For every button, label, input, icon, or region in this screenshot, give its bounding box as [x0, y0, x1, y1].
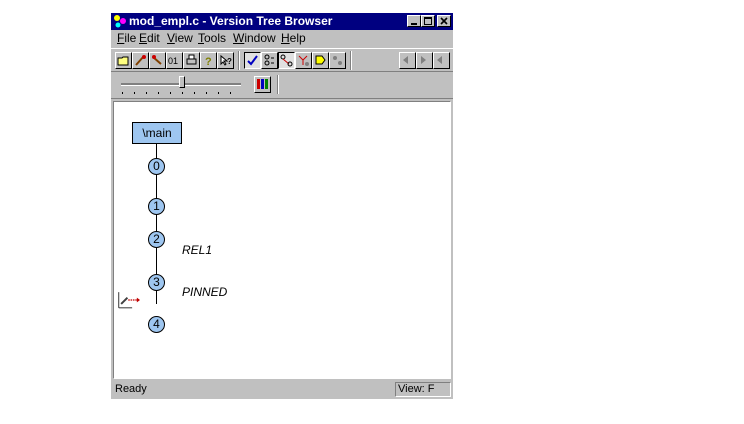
- show-branches-icon[interactable]: [278, 52, 295, 69]
- slider-tick: [194, 92, 195, 94]
- show-labels-icon[interactable]: [312, 52, 329, 69]
- slider-tick: [158, 92, 159, 94]
- version-node-3[interactable]: 3: [148, 274, 165, 291]
- app-icon: [113, 14, 127, 28]
- version-label-rel1[interactable]: REL1: [182, 243, 212, 257]
- slider-tick: [146, 92, 147, 94]
- version-node-0[interactable]: 0: [148, 158, 165, 175]
- close-button[interactable]: [437, 15, 451, 27]
- checkin-icon[interactable]: [149, 52, 166, 69]
- title-bar[interactable]: mod_empl.c - Version Tree Browser: [111, 13, 453, 30]
- menu-edit[interactable]: Edit: [139, 31, 160, 45]
- print-icon[interactable]: [183, 52, 200, 69]
- navigate-icon[interactable]: [433, 52, 450, 69]
- toolbar-separator: [350, 51, 352, 70]
- maximize-button[interactable]: [421, 15, 435, 27]
- slider-tick: [230, 92, 231, 94]
- help-icon[interactable]: ?: [200, 52, 217, 69]
- version-label-pinned[interactable]: PINNED: [182, 285, 227, 299]
- slider-tick: [170, 92, 171, 94]
- window-title: mod_empl.c - Version Tree Browser: [129, 14, 333, 28]
- checkout-icon[interactable]: [132, 52, 149, 69]
- diff-icon[interactable]: 01: [166, 52, 183, 69]
- version-tree-canvas[interactable]: \main 0 1 2 3 4 REL1 PINNED: [113, 101, 451, 379]
- merge-arrow-icon[interactable]: [118, 289, 140, 311]
- version-node-4[interactable]: 4: [148, 316, 165, 333]
- legend-icon[interactable]: [254, 76, 271, 93]
- menu-file[interactable]: File: [117, 31, 136, 45]
- back-icon[interactable]: [399, 52, 416, 69]
- version-node-1[interactable]: 1: [148, 198, 165, 215]
- version-tree-window: mod_empl.c - Version Tree Browser File E…: [111, 13, 453, 399]
- zoom-toolbar: [111, 73, 453, 99]
- slider-tick: [182, 92, 183, 94]
- svg-text:01: 01: [168, 56, 178, 66]
- status-view-pane: View: F: [395, 382, 451, 397]
- status-text: Ready: [115, 383, 147, 395]
- slider-tick: [206, 92, 207, 94]
- svg-text:?: ?: [227, 57, 232, 66]
- show-merges-icon[interactable]: [295, 52, 312, 69]
- menu-tools[interactable]: Tools: [198, 31, 226, 45]
- open-folder-icon[interactable]: [115, 52, 132, 69]
- slider-tick: [218, 92, 219, 94]
- context-help-icon[interactable]: ?: [217, 52, 234, 69]
- branch-main[interactable]: \main: [132, 122, 182, 144]
- menu-view[interactable]: View: [167, 31, 193, 45]
- toolbar-separator: [238, 51, 240, 70]
- svg-text:?: ?: [205, 56, 212, 67]
- menu-help[interactable]: Help: [281, 31, 306, 45]
- slider-tick: [122, 92, 123, 94]
- menu-bar: File Edit View Tools Window Help: [111, 30, 453, 46]
- show-obsolete-icon[interactable]: [329, 52, 346, 69]
- forward-icon[interactable]: [416, 52, 433, 69]
- toolbar-separator: [277, 75, 279, 94]
- menu-window[interactable]: Window: [233, 31, 276, 45]
- zoom-slider-thumb[interactable]: [179, 76, 185, 88]
- minimize-button[interactable]: [407, 15, 421, 27]
- show-versions-icon[interactable]: [261, 52, 278, 69]
- checkmark-icon[interactable]: [244, 52, 261, 69]
- slider-tick: [134, 92, 135, 94]
- version-node-2[interactable]: 2: [148, 231, 165, 248]
- main-toolbar: 01 ? ?: [111, 48, 453, 72]
- status-bar: Ready View: F: [111, 380, 453, 399]
